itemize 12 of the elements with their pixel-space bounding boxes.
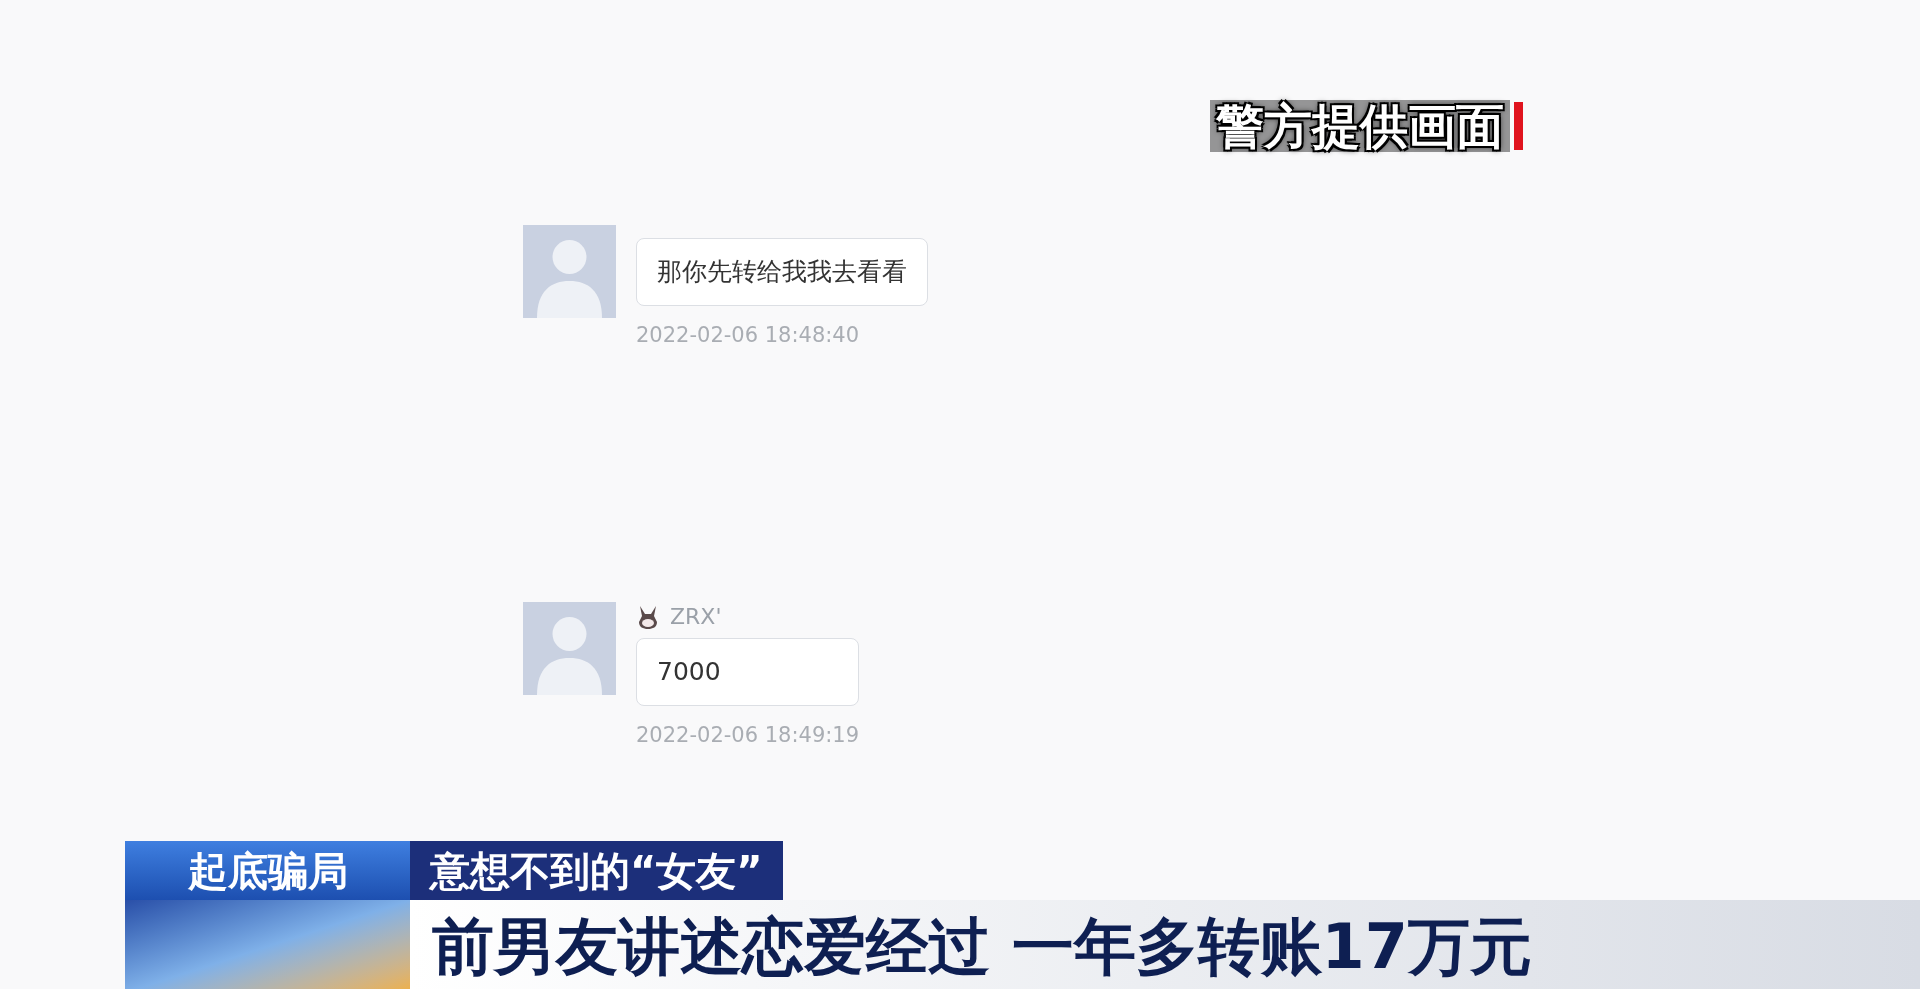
segment-tag: 起底骗局 bbox=[125, 841, 410, 900]
accent-bar bbox=[1514, 102, 1523, 150]
sender-name: ZRX' bbox=[670, 603, 722, 631]
topic-title: 意想不到的“女友” bbox=[410, 841, 783, 900]
headline: 前男友讲述恋爱经过 一年多转账17万元 bbox=[410, 900, 1920, 989]
message-timestamp: 2022-02-06 18:49:19 bbox=[636, 721, 860, 749]
source-caption: 警方提供画面 bbox=[1210, 100, 1510, 152]
message-bubble: 那你先转给我我去看看 bbox=[636, 238, 928, 306]
avatar-silhouette-icon bbox=[523, 601, 616, 695]
avatar-silhouette-icon bbox=[523, 225, 616, 318]
message-bubble: 7000 bbox=[636, 637, 860, 706]
message-timestamp: 2022-02-06 18:48:40 bbox=[636, 322, 861, 349]
